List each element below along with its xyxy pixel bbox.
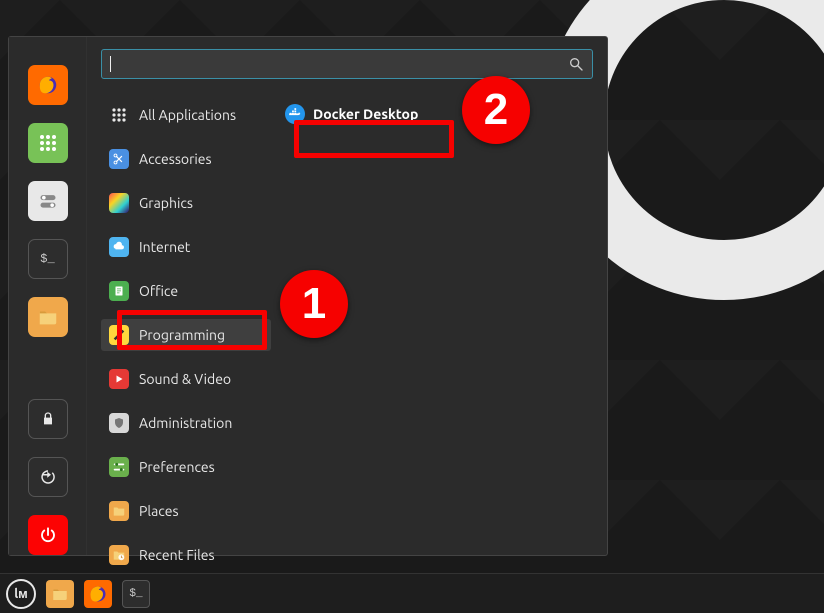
category-label: Recent Files <box>139 547 215 563</box>
folder-icon <box>109 501 129 521</box>
code-icon <box>109 325 129 345</box>
app-label: Docker Desktop <box>313 106 418 122</box>
callout-number: 1 <box>302 279 326 329</box>
taskbar-firefox[interactable] <box>84 580 112 608</box>
app-docker-desktop[interactable]: Docker Desktop <box>275 99 428 129</box>
category-recent-files[interactable]: Recent Files <box>101 539 271 571</box>
shield-icon <box>109 413 129 433</box>
callout-number: 2 <box>484 85 508 135</box>
folder-icon <box>37 306 59 328</box>
taskbar-terminal[interactable]: $_ <box>122 580 150 608</box>
category-label: Administration <box>139 415 232 431</box>
docker-icon <box>285 104 305 124</box>
category-label: Preferences <box>139 459 215 475</box>
callout-circle-2: 2 <box>462 76 530 144</box>
folder-icon <box>50 585 70 603</box>
mint-icon: lᴍ <box>14 586 28 601</box>
grid-icon <box>39 134 57 152</box>
clock-folder-icon <box>109 545 129 565</box>
taskbar: lᴍ $_ <box>0 573 824 613</box>
power-icon <box>39 526 57 544</box>
terminal-icon: $_ <box>40 252 54 266</box>
favorite-settings[interactable] <box>28 181 68 221</box>
search-input[interactable] <box>111 56 568 72</box>
firefox-icon <box>37 74 59 96</box>
logout-button[interactable] <box>28 457 68 497</box>
category-label: Accessories <box>139 151 212 167</box>
category-all-applications[interactable]: All Applications <box>101 99 271 131</box>
taskbar-files[interactable] <box>46 580 74 608</box>
logout-icon <box>39 468 57 486</box>
category-label: Graphics <box>139 195 193 211</box>
lock-button[interactable] <box>28 399 68 439</box>
category-label: Office <box>139 283 178 299</box>
favorite-firefox[interactable] <box>28 65 68 105</box>
scissors-icon <box>109 149 129 169</box>
category-label: Sound & Video <box>139 371 231 387</box>
category-label: Places <box>139 503 179 519</box>
taskbar-mint-menu[interactable]: lᴍ <box>6 579 36 609</box>
terminal-icon: $_ <box>129 588 142 600</box>
category-list: All Applications Accessories Graphics <box>101 99 271 571</box>
lock-icon <box>40 411 56 427</box>
callout-circle-1: 1 <box>280 270 348 338</box>
search-field-wrap[interactable] <box>101 49 593 79</box>
play-icon <box>109 369 129 389</box>
search-icon <box>568 56 584 72</box>
favorites-sidebar: $_ <box>9 37 87 555</box>
category-label: All Applications <box>139 107 236 123</box>
category-label: Programming <box>139 327 225 343</box>
cloud-icon <box>109 237 129 257</box>
category-places[interactable]: Places <box>101 495 271 527</box>
palette-icon <box>109 193 129 213</box>
document-icon <box>109 281 129 301</box>
favorite-apps-grid[interactable] <box>28 123 68 163</box>
category-label: Internet <box>139 239 190 255</box>
category-administration[interactable]: Administration <box>101 407 271 439</box>
toggle-icon <box>38 191 58 211</box>
category-graphics[interactable]: Graphics <box>101 187 271 219</box>
favorite-terminal[interactable]: $_ <box>28 239 68 279</box>
firefox-icon <box>88 584 108 604</box>
category-preferences[interactable]: Preferences <box>101 451 271 483</box>
preferences-icon <box>109 457 129 477</box>
category-internet[interactable]: Internet <box>101 231 271 263</box>
category-programming[interactable]: Programming <box>101 319 271 351</box>
grid-icon <box>109 105 129 125</box>
power-button[interactable] <box>28 515 68 555</box>
category-office[interactable]: Office <box>101 275 271 307</box>
favorite-files[interactable] <box>28 297 68 337</box>
category-sound-video[interactable]: Sound & Video <box>101 363 271 395</box>
category-accessories[interactable]: Accessories <box>101 143 271 175</box>
